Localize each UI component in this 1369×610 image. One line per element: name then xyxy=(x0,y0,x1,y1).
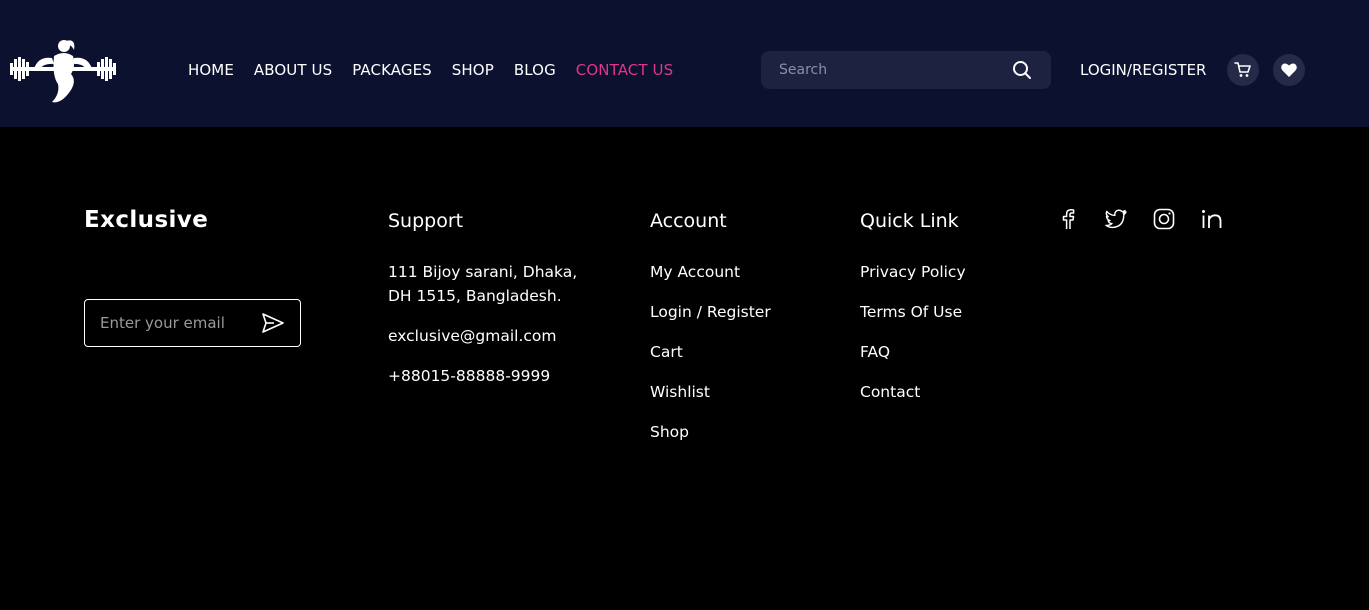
login-register-link[interactable]: LOGIN/REGISTER xyxy=(1080,60,1206,80)
support-email[interactable]: exclusive@gmail.com xyxy=(388,324,557,348)
search-icon[interactable] xyxy=(1011,59,1033,81)
support-address-line2: DH 1515, Bangladesh. xyxy=(388,287,562,305)
site-footer: Exclusive Support 111 Bijoy sarani, Dhak… xyxy=(0,127,1369,610)
linkedin-icon[interactable] xyxy=(1200,207,1224,231)
nav-blog[interactable]: BLOG xyxy=(514,60,556,80)
gym-logo[interactable] xyxy=(8,36,118,106)
email-field[interactable] xyxy=(100,314,260,332)
search-input[interactable] xyxy=(779,62,1011,78)
twitter-icon[interactable] xyxy=(1104,207,1128,231)
support-address-line1: 111 Bijoy sarani, Dhaka, xyxy=(388,263,578,281)
quick-link-title: Quick Link xyxy=(860,210,959,232)
quick-link-terms-of-use[interactable]: Terms Of Use xyxy=(860,300,962,324)
wishlist-button[interactable] xyxy=(1273,54,1305,86)
quick-link-contact[interactable]: Contact xyxy=(860,380,920,404)
nav-about-us[interactable]: ABOUT US xyxy=(254,60,332,80)
account-link-my-account[interactable]: My Account xyxy=(650,260,740,284)
cart-button[interactable] xyxy=(1227,54,1259,86)
quick-link-faq[interactable]: FAQ xyxy=(860,340,890,364)
support-phone[interactable]: +88015-88888-9999 xyxy=(388,364,550,388)
footer-brand: Exclusive xyxy=(84,207,209,233)
nav-packages[interactable]: PACKAGES xyxy=(352,60,432,80)
main-nav: HOME ABOUT US PACKAGES SHOP BLOG CONTACT… xyxy=(188,60,693,80)
send-icon[interactable] xyxy=(260,310,286,336)
search-bar xyxy=(761,51,1051,89)
cart-icon xyxy=(1234,62,1251,77)
heart-icon xyxy=(1281,63,1297,77)
nav-shop[interactable]: SHOP xyxy=(452,60,494,80)
facebook-icon[interactable] xyxy=(1056,207,1080,231)
account-link-cart[interactable]: Cart xyxy=(650,340,683,364)
account-link-login-register[interactable]: Login / Register xyxy=(650,300,771,324)
support-title: Support xyxy=(388,210,464,232)
instagram-icon[interactable] xyxy=(1152,207,1176,231)
subscribe-form xyxy=(84,299,301,347)
barbell-woman-logo-icon xyxy=(10,40,116,103)
quick-link-privacy-policy[interactable]: Privacy Policy xyxy=(860,260,966,284)
account-title: Account xyxy=(650,210,727,232)
nav-home[interactable]: HOME xyxy=(188,60,234,80)
account-link-shop[interactable]: Shop xyxy=(650,420,689,444)
account-link-wishlist[interactable]: Wishlist xyxy=(650,380,710,404)
site-header: HOME ABOUT US PACKAGES SHOP BLOG CONTACT… xyxy=(0,0,1369,127)
nav-contact-us[interactable]: CONTACT US xyxy=(576,60,673,80)
